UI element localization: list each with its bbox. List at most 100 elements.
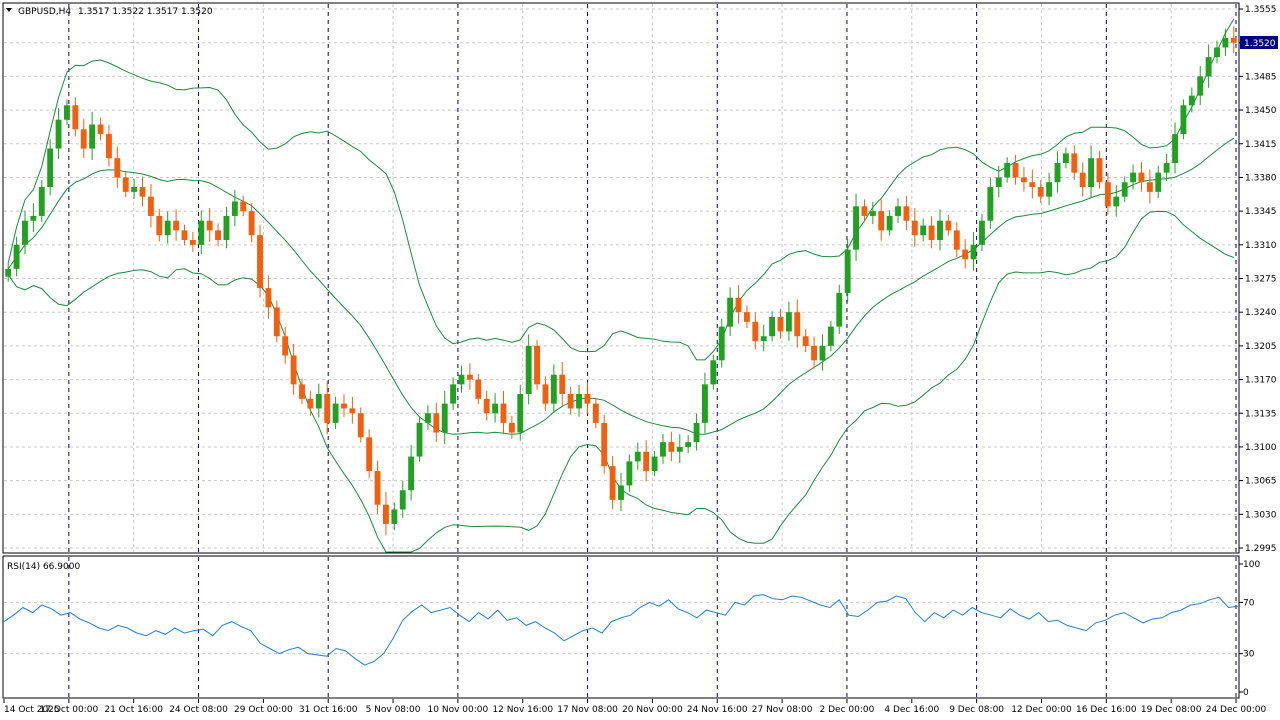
candle-body[interactable] — [483, 398, 490, 414]
candle-body[interactable] — [374, 471, 381, 505]
candle-body[interactable] — [1188, 95, 1195, 106]
candle-body[interactable] — [55, 119, 62, 149]
candle-body[interactable] — [853, 206, 859, 250]
candle-body[interactable] — [903, 206, 910, 221]
candle-body[interactable] — [1021, 177, 1027, 183]
candle-body[interactable] — [626, 461, 633, 486]
candle-body[interactable] — [424, 413, 431, 423]
candle-body[interactable] — [1172, 134, 1178, 163]
candle-body[interactable] — [836, 292, 843, 327]
candle-body[interactable] — [1222, 37, 1229, 48]
candle-body[interactable] — [970, 244, 977, 260]
candle-body[interactable] — [5, 268, 12, 277]
candle-body[interactable] — [299, 384, 305, 399]
candle-body[interactable] — [22, 220, 28, 245]
candle-body[interactable] — [668, 442, 675, 452]
candle-body[interactable] — [1012, 163, 1019, 178]
candle-body[interactable] — [391, 509, 398, 524]
candle-body[interactable] — [861, 206, 868, 216]
candle-body[interactable] — [769, 317, 776, 337]
candle-body[interactable] — [651, 456, 658, 471]
candle-body[interactable] — [702, 384, 708, 423]
candle-body[interactable] — [584, 394, 591, 404]
candle-body[interactable] — [953, 230, 960, 250]
candle-body[interactable] — [357, 413, 364, 438]
candle-body[interactable] — [240, 201, 247, 212]
candle-body[interactable] — [878, 211, 885, 231]
candle-body[interactable] — [114, 158, 121, 178]
candle-body[interactable] — [1130, 172, 1137, 183]
candle-body[interactable] — [257, 235, 263, 289]
candle-body[interactable] — [542, 384, 549, 404]
candle-body[interactable] — [1155, 172, 1162, 192]
candle-body[interactable] — [634, 451, 641, 462]
candle-body[interactable] — [643, 451, 650, 471]
candle-body[interactable] — [802, 336, 809, 346]
candle-body[interactable] — [198, 220, 205, 245]
candle-body[interactable] — [1121, 182, 1128, 197]
candle-body[interactable] — [785, 312, 792, 332]
candle-body[interactable] — [979, 220, 985, 245]
candle-body[interactable] — [718, 326, 725, 361]
candle-body[interactable] — [315, 394, 322, 409]
candle-body[interactable] — [911, 220, 918, 236]
candle-body[interactable] — [844, 249, 851, 293]
candle-body[interactable] — [433, 413, 440, 433]
candle-body[interactable] — [618, 485, 624, 500]
candle-body[interactable] — [332, 403, 339, 423]
candle-body[interactable] — [1104, 182, 1111, 207]
candle-body[interactable] — [164, 220, 171, 236]
candle-body[interactable] — [1037, 187, 1044, 197]
candle-body[interactable] — [13, 244, 20, 269]
candle-body[interactable] — [1214, 47, 1220, 58]
candle-body[interactable] — [349, 408, 356, 414]
candle-body[interactable] — [383, 504, 389, 524]
candle-body[interactable] — [987, 187, 994, 221]
candle-body[interactable] — [80, 129, 87, 149]
candle-body[interactable] — [895, 206, 901, 216]
candle-body[interactable] — [408, 456, 415, 491]
candle-body[interactable] — [282, 336, 289, 356]
candle-body[interactable] — [1138, 172, 1145, 183]
candle-body[interactable] — [1046, 182, 1053, 197]
candle-body[interactable] — [1180, 105, 1187, 135]
candle-body[interactable] — [475, 379, 482, 399]
candle-body[interactable] — [534, 345, 540, 385]
candle-body[interactable] — [122, 177, 129, 192]
candle-body[interactable] — [760, 336, 767, 342]
candle-body[interactable] — [458, 374, 465, 385]
candle-body[interactable] — [609, 466, 616, 500]
candle-body[interactable] — [685, 442, 692, 447]
candle-body[interactable] — [710, 360, 717, 385]
candle-body[interactable] — [147, 196, 154, 216]
candle-body[interactable] — [601, 422, 608, 467]
candle-body[interactable] — [1205, 57, 1212, 77]
candle-body[interactable] — [827, 326, 834, 346]
candle-body[interactable] — [72, 105, 79, 130]
candle-body[interactable] — [500, 403, 507, 423]
candle-body[interactable] — [1163, 163, 1170, 173]
candle-body[interactable] — [97, 124, 104, 135]
candle-body[interactable] — [508, 422, 515, 433]
candle-body[interactable] — [794, 312, 801, 337]
candle-body[interactable] — [1079, 172, 1086, 188]
candle-body[interactable] — [450, 384, 457, 404]
candle-body[interactable] — [693, 422, 700, 443]
candle-body[interactable] — [441, 403, 448, 433]
chart-window[interactable]: 1.3555 1.3520 1.3485 1.3450 1.3415 1.3380 1.33… — [0, 0, 1280, 720]
candle-body[interactable] — [1062, 153, 1069, 163]
candle-body[interactable] — [38, 187, 45, 216]
candle-body[interactable] — [660, 442, 666, 457]
candle-body[interactable] — [886, 215, 893, 231]
candle-body[interactable] — [525, 345, 532, 394]
candle-body[interactable] — [47, 148, 54, 188]
candle-body[interactable] — [324, 394, 331, 423]
candle-body[interactable] — [735, 297, 742, 313]
candle-body[interactable] — [181, 230, 188, 240]
candle-body[interactable] — [223, 215, 230, 240]
candle-body[interactable] — [592, 403, 599, 423]
candle-body[interactable] — [920, 225, 927, 236]
candle-body[interactable] — [30, 215, 37, 221]
candle-body[interactable] — [466, 374, 473, 380]
candle-body[interactable] — [1113, 196, 1120, 207]
